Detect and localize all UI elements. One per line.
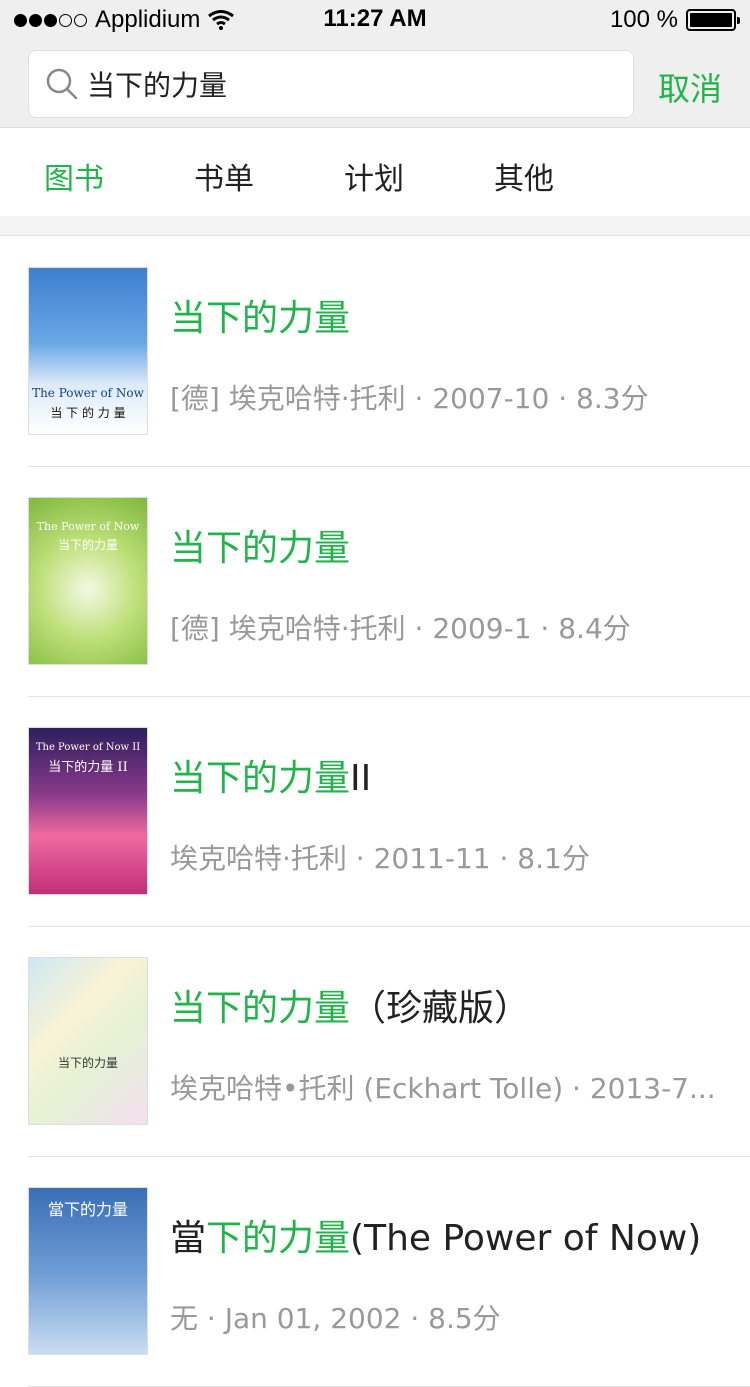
status-bar: Applidium 11:27 AM 100 % bbox=[0, 0, 750, 40]
book-meta: [德] 埃克哈特·托利 · 2009-1 · 8.4分 bbox=[170, 612, 631, 645]
cover-subtitle: 当下的力量 bbox=[57, 538, 118, 552]
book-meta: [德] 埃克哈特·托利 · 2007-10 · 8.3分 bbox=[170, 382, 649, 415]
battery-icon bbox=[686, 9, 740, 31]
title-highlight: 当下的力量 bbox=[170, 758, 351, 799]
book-title[interactable]: 當下的力量(The Power of Now) bbox=[170, 1209, 701, 1261]
book-cover[interactable]: 当下的力量 bbox=[28, 957, 148, 1125]
search-query: 当下的力量 bbox=[87, 69, 228, 102]
book-title[interactable]: 当下的力量 bbox=[170, 289, 350, 341]
list-item[interactable]: 当下的力量 当下的力量（珍藏版） 埃克哈特•托利 (Eckhart Tolle)… bbox=[28, 927, 750, 1157]
list-item[interactable]: The Power of Now 当下的力量 当下的力量 [德] 埃克哈特·托利… bbox=[28, 467, 750, 697]
search-bar: 当下的力量 取消 bbox=[0, 40, 750, 128]
book-meta: 无 · Jan 01, 2002 · 8.5分 bbox=[170, 1302, 501, 1335]
search-input[interactable]: 当下的力量 bbox=[28, 50, 634, 118]
list-item[interactable]: The Power of Now 当 下 的 力 量 当下的力量 [德] 埃克哈… bbox=[28, 237, 750, 467]
cover-title: The Power of Now II bbox=[35, 742, 141, 753]
tab-booklists[interactable]: 书单 bbox=[194, 154, 254, 198]
book-cover[interactable]: 當下的力量 bbox=[28, 1187, 148, 1355]
tab-other[interactable]: 其他 bbox=[494, 154, 554, 198]
title-highlight: 当下的力量 bbox=[170, 298, 351, 339]
list-item[interactable]: 當下的力量 當下的力量(The Power of Now) 无 · Jan 01… bbox=[28, 1157, 750, 1387]
title-highlight: 下的力量 bbox=[206, 1218, 351, 1259]
book-title[interactable]: 当下的力量II bbox=[170, 749, 371, 801]
title-highlight: 当下的力量 bbox=[170, 988, 351, 1029]
title-prefix: 當 bbox=[170, 1218, 207, 1259]
book-meta: 埃克哈特·托利 · 2011-11 · 8.1分 bbox=[170, 842, 590, 875]
tab-plans[interactable]: 计划 bbox=[344, 154, 404, 198]
search-icon bbox=[46, 68, 78, 100]
results-list: The Power of Now 当 下 的 力 量 当下的力量 [德] 埃克哈… bbox=[0, 237, 750, 1387]
title-rest: （珍藏版） bbox=[350, 988, 531, 1029]
book-cover[interactable]: The Power of Now II 当下的力量 II bbox=[28, 727, 148, 895]
book-title[interactable]: 当下的力量（珍藏版） bbox=[170, 979, 530, 1031]
cover-title: The Power of Now bbox=[32, 386, 144, 400]
title-rest: (The Power of Now) bbox=[350, 1218, 702, 1259]
category-tabs: 图书 书单 计划 其他 bbox=[0, 128, 750, 216]
book-cover[interactable]: The Power of Now 当 下 的 力 量 bbox=[28, 267, 148, 435]
title-rest: II bbox=[350, 758, 372, 799]
cover-subtitle: 当下的力量 bbox=[57, 1056, 118, 1070]
title-highlight: 当下的力量 bbox=[170, 528, 351, 569]
cover-subtitle: 當下的力量 bbox=[47, 1200, 128, 1219]
book-title[interactable]: 当下的力量 bbox=[170, 519, 350, 571]
cover-title: The Power of Now bbox=[36, 520, 140, 533]
book-meta: 埃克哈特•托利 (Eckhart Tolle) · 2013-7... bbox=[170, 1072, 716, 1105]
cover-subtitle: 当下的力量 II bbox=[48, 760, 128, 775]
cover-subtitle: 当 下 的 力 量 bbox=[50, 406, 126, 420]
list-item[interactable]: The Power of Now II 当下的力量 II 当下的力量II 埃克哈… bbox=[28, 697, 750, 927]
section-divider bbox=[0, 216, 750, 236]
status-right: 100 % bbox=[609, 6, 740, 34]
cancel-button[interactable]: 取消 bbox=[658, 64, 722, 110]
battery-percent: 100 % bbox=[609, 6, 678, 33]
book-cover[interactable]: The Power of Now 当下的力量 bbox=[28, 497, 148, 665]
tab-books[interactable]: 图书 bbox=[44, 154, 104, 198]
